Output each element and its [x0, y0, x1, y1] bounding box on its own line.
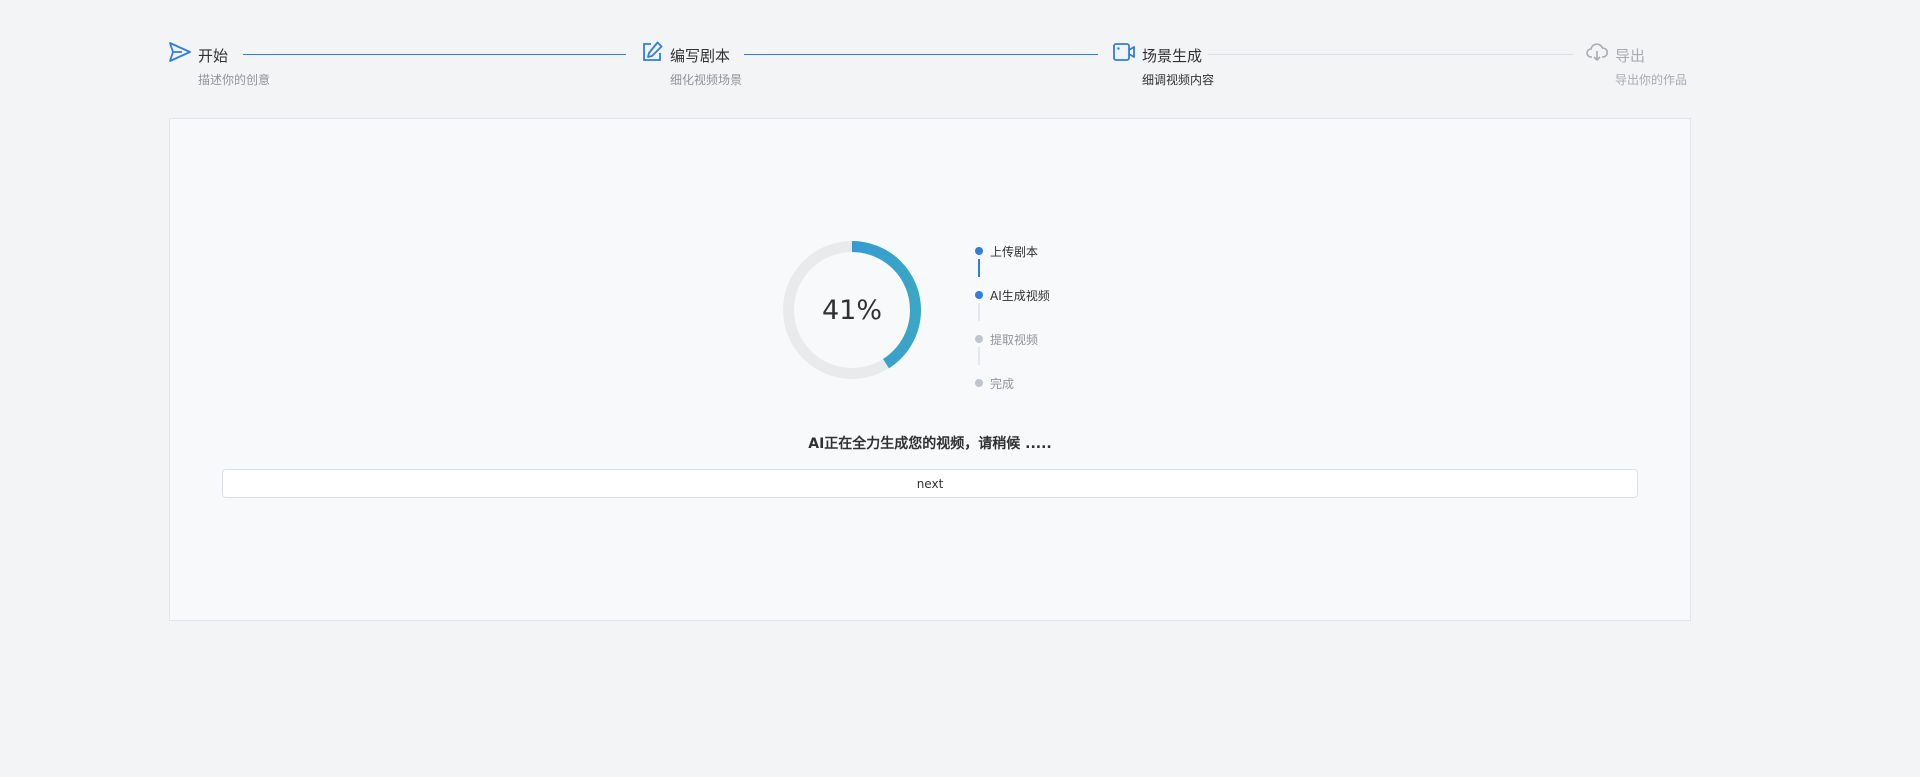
timeline-label: 提取视频	[990, 333, 1039, 347]
step-title: 导出	[1615, 47, 1646, 65]
step-description: 细化视频场景	[670, 73, 743, 87]
timeline-connector	[978, 347, 980, 365]
timeline-label: 完成	[990, 377, 1015, 391]
timeline-label: AI生成视频	[990, 289, 1050, 303]
steps-bar: 开始 描述你的创意 编写剧本 细化视频场景 场景生成 细调视频内容 导出 导出你…	[168, 38, 1692, 90]
next-button[interactable]: next	[222, 469, 1638, 498]
step-title: 编写剧本	[670, 47, 731, 65]
edit-icon	[643, 41, 663, 61]
step-connector	[744, 54, 1098, 55]
timeline-dot	[975, 335, 983, 343]
timeline-connector	[978, 259, 980, 277]
step-title: 开始	[198, 47, 229, 65]
step-connector	[243, 54, 626, 55]
step-description: 细调视频内容	[1142, 73, 1215, 87]
timeline-dot	[975, 379, 983, 387]
step-title: 场景生成	[1142, 47, 1203, 65]
timeline-connector	[978, 303, 980, 321]
generation-card: 41% 上传剧本 AI生成视频 提取视频 完成 AI正在全力生成您的视频，请稍候…	[169, 118, 1691, 621]
generation-status-text: AI正在全力生成您的视频，请稍候 .....	[808, 436, 1052, 452]
progress-percent: 41%	[821, 294, 882, 326]
step-connector	[1208, 54, 1574, 55]
video-camera-icon	[1113, 43, 1135, 61]
timeline-dot	[975, 291, 983, 299]
progress-timeline: 上传剧本 AI生成视频 提取视频 完成	[973, 241, 1133, 401]
step-description: 描述你的创意	[198, 73, 271, 87]
cloud-download-icon	[1586, 43, 1609, 61]
send-icon	[169, 42, 191, 62]
step-description: 导出你的作品	[1615, 73, 1688, 87]
timeline-dot	[975, 247, 983, 255]
timeline-label: 上传剧本	[990, 245, 1039, 259]
